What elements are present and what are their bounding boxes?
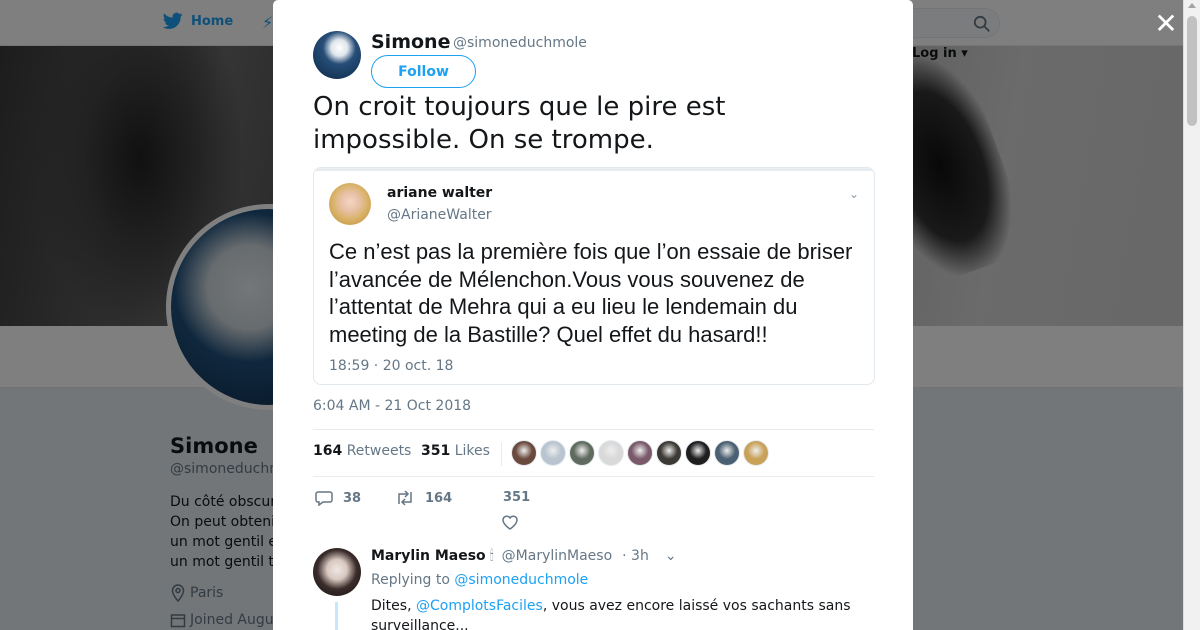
reply-author-name[interactable]: Marylin Maeso bbox=[371, 548, 486, 564]
stats-divider bbox=[501, 442, 502, 466]
tweet-actions: 38 164 351 bbox=[313, 490, 874, 530]
author-name[interactable]: Simone bbox=[371, 31, 450, 53]
reply-icon bbox=[315, 491, 333, 506]
likes-stat[interactable]: 351 Likes bbox=[421, 443, 490, 459]
quoted-author-handle: @ArianeWalter bbox=[387, 207, 492, 223]
reply-author-handle[interactable]: @MarylinMaeso bbox=[502, 548, 612, 564]
chevron-down-icon[interactable]: ⌄ bbox=[665, 548, 677, 564]
tweet-modal: Simone @simoneduchmole Follow On croit t… bbox=[273, 0, 913, 630]
thread-line bbox=[335, 602, 338, 630]
quote-card-divider bbox=[314, 168, 874, 171]
quoted-tweet-text: Ce n’est pas la première fois que l’on e… bbox=[329, 239, 853, 347]
like-count: 351 bbox=[503, 490, 531, 505]
retweet-button[interactable]: 164 bbox=[395, 490, 452, 506]
replying-prefix: Replying to bbox=[371, 572, 450, 588]
liker-avatar[interactable] bbox=[540, 440, 566, 466]
reply-count: 38 bbox=[343, 490, 362, 506]
liker-avatar[interactable] bbox=[714, 440, 740, 466]
follow-button[interactable]: Follow bbox=[371, 55, 476, 88]
quoted-tweet-time: 18:59 · 20 oct. 18 bbox=[329, 358, 454, 374]
likes-label: Likes bbox=[454, 443, 490, 459]
reply-button[interactable]: 38 bbox=[315, 490, 361, 506]
likes-count: 351 bbox=[421, 443, 451, 459]
quoted-author-avatar bbox=[329, 183, 371, 225]
liker-avatar[interactable] bbox=[685, 440, 711, 466]
page-scrollbar[interactable] bbox=[1183, 0, 1200, 630]
retweets-label: Retweets bbox=[346, 443, 412, 459]
reply-text-prefix: Dites, bbox=[371, 598, 412, 614]
liker-avatar[interactable] bbox=[656, 440, 682, 466]
author-handle[interactable]: @simoneduchmole bbox=[453, 35, 587, 51]
chevron-down-icon[interactable]: ⌄ bbox=[849, 187, 859, 201]
liker-avatars bbox=[511, 440, 769, 466]
scroll-up-arrow-icon[interactable] bbox=[1188, 3, 1196, 8]
liker-avatar[interactable] bbox=[627, 440, 653, 466]
retweets-count: 164 bbox=[313, 443, 343, 459]
heart-icon bbox=[502, 515, 518, 530]
tweet-text: On croit toujours que le pire est imposs… bbox=[313, 92, 726, 155]
tweet-timestamp[interactable]: 6:04 AM - 21 Oct 2018 bbox=[313, 398, 471, 414]
mention-link[interactable]: @ComplotsFaciles bbox=[416, 598, 543, 614]
reply-text: Dites, @ComplotsFaciles, vous avez encor… bbox=[371, 596, 871, 630]
tweet-stats: 164 Retweets 351 Likes bbox=[313, 429, 874, 477]
retweets-stat[interactable]: 164 Retweets bbox=[313, 443, 411, 459]
liker-avatar[interactable] bbox=[511, 440, 537, 466]
candle-emoji: 🕯 bbox=[489, 548, 494, 564]
retweet-count: 164 bbox=[425, 490, 453, 506]
reply-header: Marylin Maeso 🕯 @MarylinMaeso · 3h ⌄ bbox=[371, 548, 677, 564]
liker-avatar[interactable] bbox=[743, 440, 769, 466]
replying-to: Replying to @simoneduchmole bbox=[371, 572, 588, 588]
liker-avatar[interactable] bbox=[569, 440, 595, 466]
like-button[interactable] bbox=[501, 514, 519, 534]
liker-avatar[interactable] bbox=[598, 440, 624, 466]
quoted-tweet-card[interactable]: ariane walter @ArianeWalter ⌄ Ce n’est p… bbox=[313, 167, 875, 385]
quoted-author-name: ariane walter bbox=[387, 185, 493, 201]
retweet-icon bbox=[398, 490, 412, 506]
scrollbar-thumb[interactable] bbox=[1187, 16, 1197, 126]
reply-time[interactable]: · 3h bbox=[622, 548, 649, 564]
reply-author-avatar[interactable] bbox=[313, 548, 361, 596]
author-avatar[interactable] bbox=[313, 31, 361, 79]
replying-to-handle-link[interactable]: @simoneduchmole bbox=[454, 572, 588, 588]
close-icon[interactable]: ✕ bbox=[1153, 10, 1179, 38]
